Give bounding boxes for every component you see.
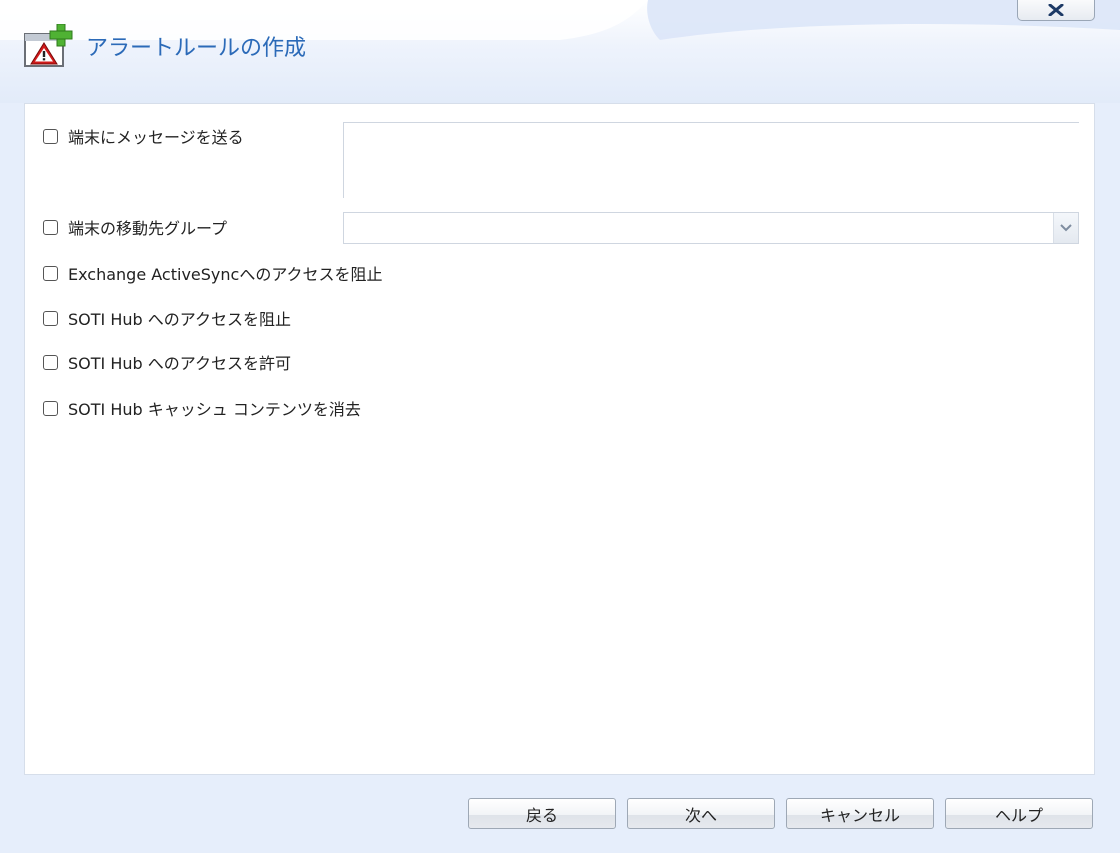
allow-hub-checkbox[interactable]: [43, 354, 58, 370]
option-allow-hub[interactable]: SOTI Hub へのアクセスを許可: [43, 350, 291, 374]
next-button[interactable]: 次へ: [627, 798, 775, 829]
option-block-hub[interactable]: SOTI Hub へのアクセスを阻止: [43, 306, 291, 330]
block-hub-checkbox[interactable]: [43, 310, 58, 326]
send-message-checkbox[interactable]: [43, 128, 58, 144]
option-send-message[interactable]: 端末にメッセージを送る: [43, 124, 244, 148]
option-clear-hub-cache[interactable]: SOTI Hub キャッシュ コンテンツを消去: [43, 396, 361, 420]
clear-hub-cache-label: SOTI Hub キャッシュ コンテンツを消去: [68, 400, 361, 419]
cancel-button[interactable]: キャンセル: [786, 798, 934, 829]
dialog-title: アラートルールの作成: [86, 36, 307, 61]
close-button[interactable]: [1017, 0, 1095, 21]
block-hub-label: SOTI Hub へのアクセスを阻止: [68, 310, 291, 329]
option-block-activesync[interactable]: Exchange ActiveSyncへのアクセスを阻止: [43, 261, 383, 285]
chevron-down-icon: [1060, 224, 1072, 232]
message-input[interactable]: [343, 122, 1079, 198]
close-icon: [1048, 4, 1064, 16]
send-message-label: 端末にメッセージを送る: [68, 128, 244, 147]
help-button[interactable]: ヘルプ: [945, 798, 1093, 829]
options-panel: 端末にメッセージを送る 端末の移動先グループ Exchange ActiveSy…: [24, 103, 1095, 775]
alert-add-icon: [24, 24, 73, 67]
allow-hub-label: SOTI Hub へのアクセスを許可: [68, 354, 291, 373]
block-activesync-checkbox[interactable]: [43, 265, 58, 281]
block-activesync-label: Exchange ActiveSyncへのアクセスを阻止: [68, 265, 383, 284]
option-move-group[interactable]: 端末の移動先グループ: [43, 215, 227, 239]
group-select-arrow[interactable]: [1053, 213, 1078, 243]
group-select[interactable]: [343, 212, 1079, 244]
clear-hub-cache-checkbox[interactable]: [43, 400, 58, 416]
back-button[interactable]: 戻る: [468, 798, 616, 829]
move-group-checkbox[interactable]: [43, 219, 58, 235]
move-group-label: 端末の移動先グループ: [68, 219, 228, 238]
